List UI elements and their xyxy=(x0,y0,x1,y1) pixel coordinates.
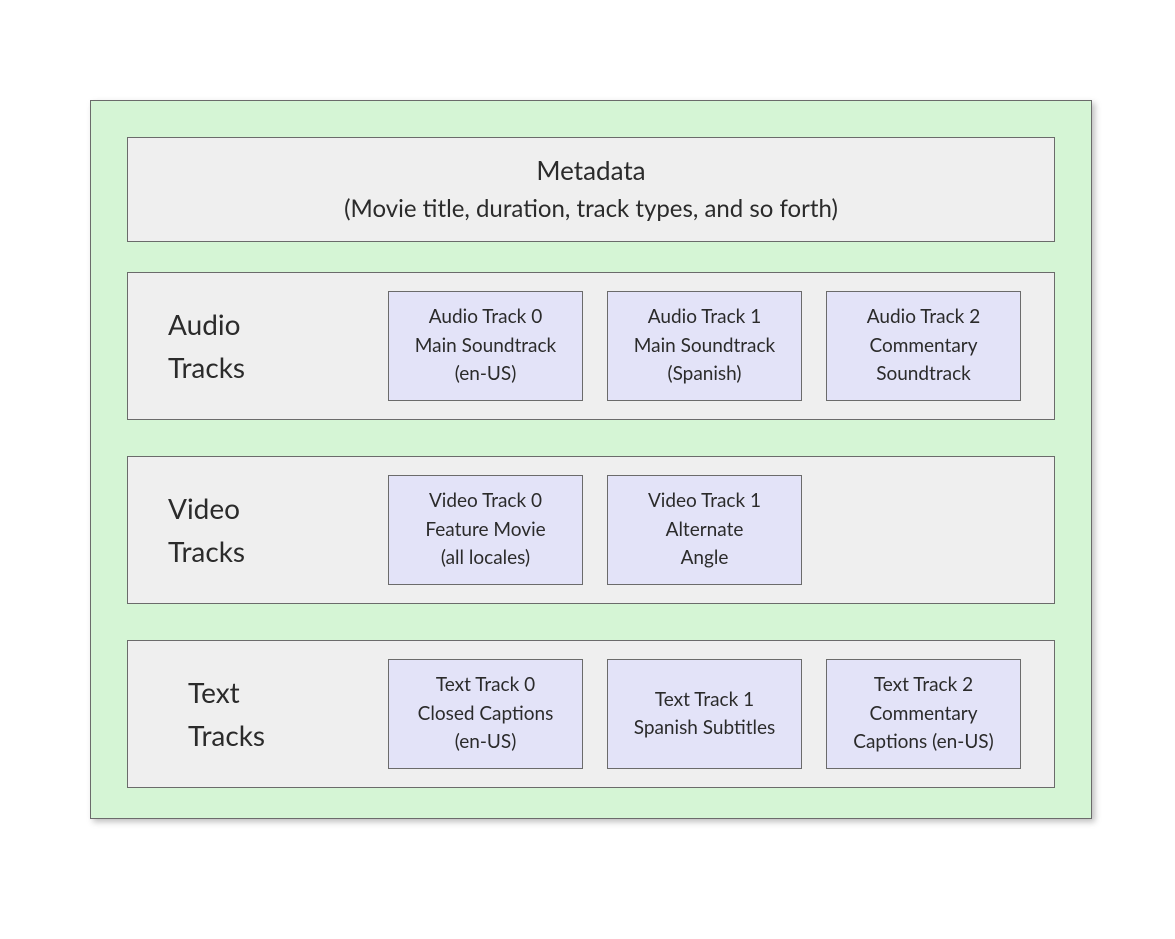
text-track-0: Text Track 0 Closed Captions (en-US) xyxy=(388,659,583,769)
video-track-0: Video Track 0 Feature Movie (all locales… xyxy=(388,475,583,585)
text-tracks-section: Text Tracks Text Track 0 Closed Captions… xyxy=(127,640,1055,788)
text-track-row: Text Track 0 Closed Captions (en-US) Tex… xyxy=(388,659,1021,769)
diagram-canvas: Metadata (Movie title, duration, track t… xyxy=(0,0,1175,939)
text-track-2: Text Track 2 Commentary Captions (en-US) xyxy=(826,659,1021,769)
text-tracks-label: Text Tracks xyxy=(148,671,388,758)
media-container-box: Metadata (Movie title, duration, track t… xyxy=(90,100,1092,819)
metadata-box: Metadata (Movie title, duration, track t… xyxy=(127,137,1055,242)
text-track-1: Text Track 1 Spanish Subtitles xyxy=(607,659,802,769)
video-tracks-section: Video Tracks Video Track 0 Feature Movie… xyxy=(127,456,1055,604)
audio-tracks-label: Audio Tracks xyxy=(148,303,388,390)
metadata-subtitle: (Movie title, duration, track types, and… xyxy=(138,194,1044,223)
audio-track-2: Audio Track 2 Commentary Soundtrack xyxy=(826,291,1021,401)
video-tracks-label: Video Tracks xyxy=(148,487,388,574)
metadata-title: Metadata xyxy=(138,154,1044,186)
video-track-row: Video Track 0 Feature Movie (all locales… xyxy=(388,475,802,585)
audio-track-row: Audio Track 0 Main Soundtrack (en-US) Au… xyxy=(388,291,1021,401)
video-track-1: Video Track 1 Alternate Angle xyxy=(607,475,802,585)
audio-track-1: Audio Track 1 Main Soundtrack (Spanish) xyxy=(607,291,802,401)
audio-track-0: Audio Track 0 Main Soundtrack (en-US) xyxy=(388,291,583,401)
audio-tracks-section: Audio Tracks Audio Track 0 Main Soundtra… xyxy=(127,272,1055,420)
